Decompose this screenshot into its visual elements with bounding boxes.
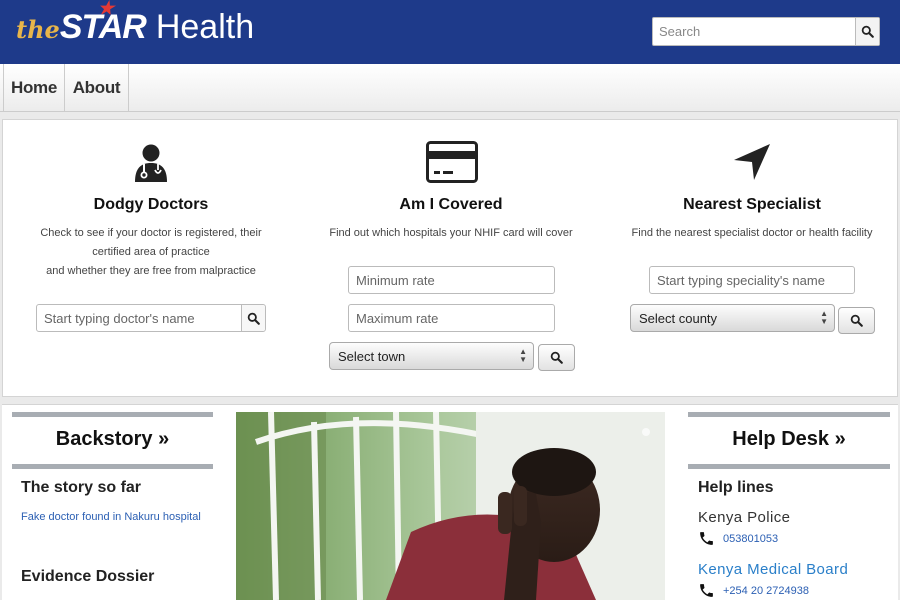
backstory-bottom-rule — [12, 464, 213, 469]
county-select[interactable]: Select county ▲ ▼ — [630, 304, 835, 332]
search-icon — [861, 25, 874, 38]
location-arrow-icon — [734, 144, 770, 180]
maximum-rate-field — [348, 304, 555, 332]
select-arrows-icon: ▲ ▼ — [519, 347, 527, 364]
nearest-specialist-description: Find the nearest specialist doctor or he… — [631, 227, 873, 239]
doctor-icon — [135, 144, 167, 182]
search-input[interactable] — [653, 18, 857, 45]
select-arrows-icon: ▲ ▼ — [820, 309, 828, 326]
story-so-far-heading: The story so far — [21, 479, 142, 496]
evidence-dossier-heading: Evidence Dossier — [21, 568, 155, 585]
doctor-search-button[interactable] — [241, 305, 265, 331]
helpdesk-bottom-rule — [688, 464, 890, 469]
specialist-search-button[interactable] — [838, 307, 875, 334]
am-i-covered-title: Am I Covered — [399, 196, 503, 213]
maximum-rate-input[interactable] — [349, 305, 554, 331]
dodgy-doctors-description: Check to see if your doctor is registere… — [40, 227, 262, 277]
phone-icon — [700, 584, 713, 597]
main-nav: Home About — [0, 64, 900, 112]
doctor-name-input[interactable] — [37, 305, 241, 331]
kenya-police-phone[interactable]: 053801053 — [698, 530, 778, 547]
covered-search-button[interactable] — [538, 344, 575, 371]
logo-star-text: STAR ★ — [59, 0, 147, 46]
backstory-top-rule — [12, 412, 213, 417]
tools-panel: Dodgy Doctors Check to see if your docto… — [2, 119, 898, 397]
kenya-medical-board-name[interactable]: Kenya Medical Board — [698, 561, 848, 578]
kenya-medical-board-phone-number: +254 20 2724938 — [723, 584, 809, 597]
logo-health-text: Health — [155, 8, 255, 46]
kenya-police-phone-number: 053801053 — [723, 532, 779, 545]
doctor-search-field — [36, 304, 266, 332]
phone-icon — [700, 532, 713, 545]
speciality-field — [649, 266, 855, 294]
story-photo — [236, 412, 665, 600]
minimum-rate-input[interactable] — [349, 267, 554, 293]
minimum-rate-field — [348, 266, 555, 294]
site-header: the STAR ★ Health — [0, 0, 900, 64]
nearest-specialist-title: Nearest Specialist — [683, 196, 821, 213]
logo-the-text: the — [16, 15, 60, 44]
dodgy-doctors-title: Dodgy Doctors — [93, 196, 209, 213]
search-button[interactable] — [855, 18, 879, 45]
county-select-value: Select county — [639, 310, 718, 326]
search-icon — [550, 351, 563, 364]
site-logo[interactable]: the STAR ★ Health — [16, 0, 255, 47]
search-icon — [850, 314, 863, 327]
help-lines-heading: Help lines — [698, 479, 774, 496]
speciality-input[interactable] — [650, 267, 854, 293]
am-i-covered-description: Find out which hospitals your NHIF card … — [329, 227, 573, 239]
star-icon: ★ — [97, 0, 114, 18]
credit-card-icon — [426, 141, 478, 183]
kenya-medical-board-phone[interactable]: +254 20 2724938 — [698, 582, 809, 599]
search-icon — [247, 312, 260, 325]
town-select-value: Select town — [338, 348, 406, 364]
header-search — [652, 17, 880, 46]
backstory-heading[interactable]: Backstory » — [12, 428, 213, 451]
helpdesk-top-rule — [688, 412, 890, 417]
town-select[interactable]: Select town ▲ ▼ — [329, 342, 534, 370]
nav-home[interactable]: Home — [3, 64, 65, 112]
fake-doctor-link[interactable]: Fake doctor found in Nakuru hospital — [21, 511, 201, 523]
kenya-police-name: Kenya Police — [698, 509, 791, 526]
nav-about[interactable]: About — [65, 64, 129, 112]
helpdesk-heading[interactable]: Help Desk » — [688, 428, 890, 451]
